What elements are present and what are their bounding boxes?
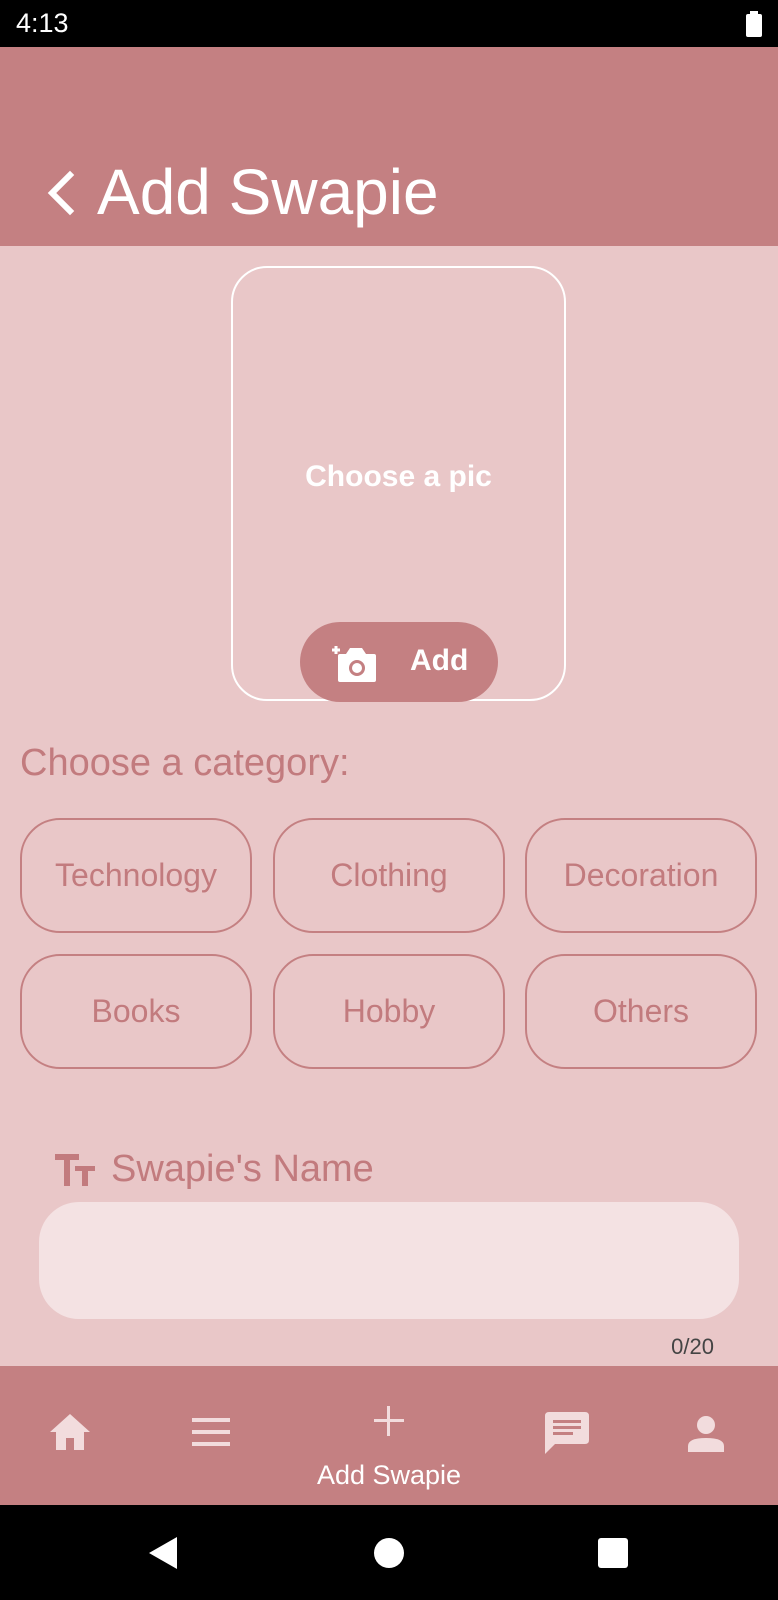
home-circle-icon[interactable] bbox=[369, 1533, 409, 1573]
plus-icon bbox=[374, 1406, 404, 1436]
category-chip-technology[interactable]: Technology bbox=[20, 818, 252, 933]
swapie-name-input[interactable] bbox=[39, 1202, 739, 1319]
status-time: 4:13 bbox=[16, 8, 69, 38]
add-photo-button[interactable]: Add bbox=[300, 622, 498, 702]
character-counter: 0/20 bbox=[671, 1334, 714, 1359]
person-icon bbox=[688, 1416, 724, 1452]
add-camera-icon bbox=[332, 646, 376, 682]
nav-add-swapie-label: Add Swapie bbox=[316, 1460, 462, 1490]
category-label: Choose a category: bbox=[20, 742, 350, 784]
app-bar: Add Swapie bbox=[0, 47, 778, 246]
add-photo-label: Add bbox=[410, 644, 469, 677]
home-icon bbox=[50, 1414, 90, 1450]
category-chip-books[interactable]: Books bbox=[20, 954, 252, 1069]
category-chip-others[interactable]: Others bbox=[525, 954, 757, 1069]
category-chip-decoration[interactable]: Decoration bbox=[525, 818, 757, 933]
page-title: Add Swapie bbox=[97, 156, 439, 228]
nav-menu[interactable] bbox=[170, 1366, 252, 1505]
battery-full-icon bbox=[746, 11, 762, 37]
name-label-text: Swapie's Name bbox=[111, 1148, 374, 1190]
text-size-icon bbox=[55, 1154, 95, 1186]
bottom-nav: Add Swapie bbox=[0, 1366, 778, 1505]
status-bar: 4:13 bbox=[0, 0, 778, 47]
nav-home[interactable] bbox=[30, 1366, 112, 1505]
category-chip-hobby[interactable]: Hobby bbox=[273, 954, 505, 1069]
back-triangle-icon[interactable] bbox=[145, 1533, 185, 1573]
recents-square-icon[interactable] bbox=[593, 1533, 633, 1573]
menu-icon bbox=[192, 1418, 230, 1446]
photo-prompt: Choose a pic bbox=[305, 460, 492, 493]
nav-profile[interactable] bbox=[666, 1366, 748, 1505]
system-nav-bar bbox=[0, 1505, 778, 1600]
nav-add-swapie[interactable]: Add Swapie bbox=[300, 1366, 478, 1505]
category-chip-clothing[interactable]: Clothing bbox=[273, 818, 505, 933]
chevron-left-icon[interactable] bbox=[40, 167, 80, 219]
nav-chat[interactable] bbox=[525, 1366, 607, 1505]
chat-icon bbox=[545, 1412, 589, 1454]
